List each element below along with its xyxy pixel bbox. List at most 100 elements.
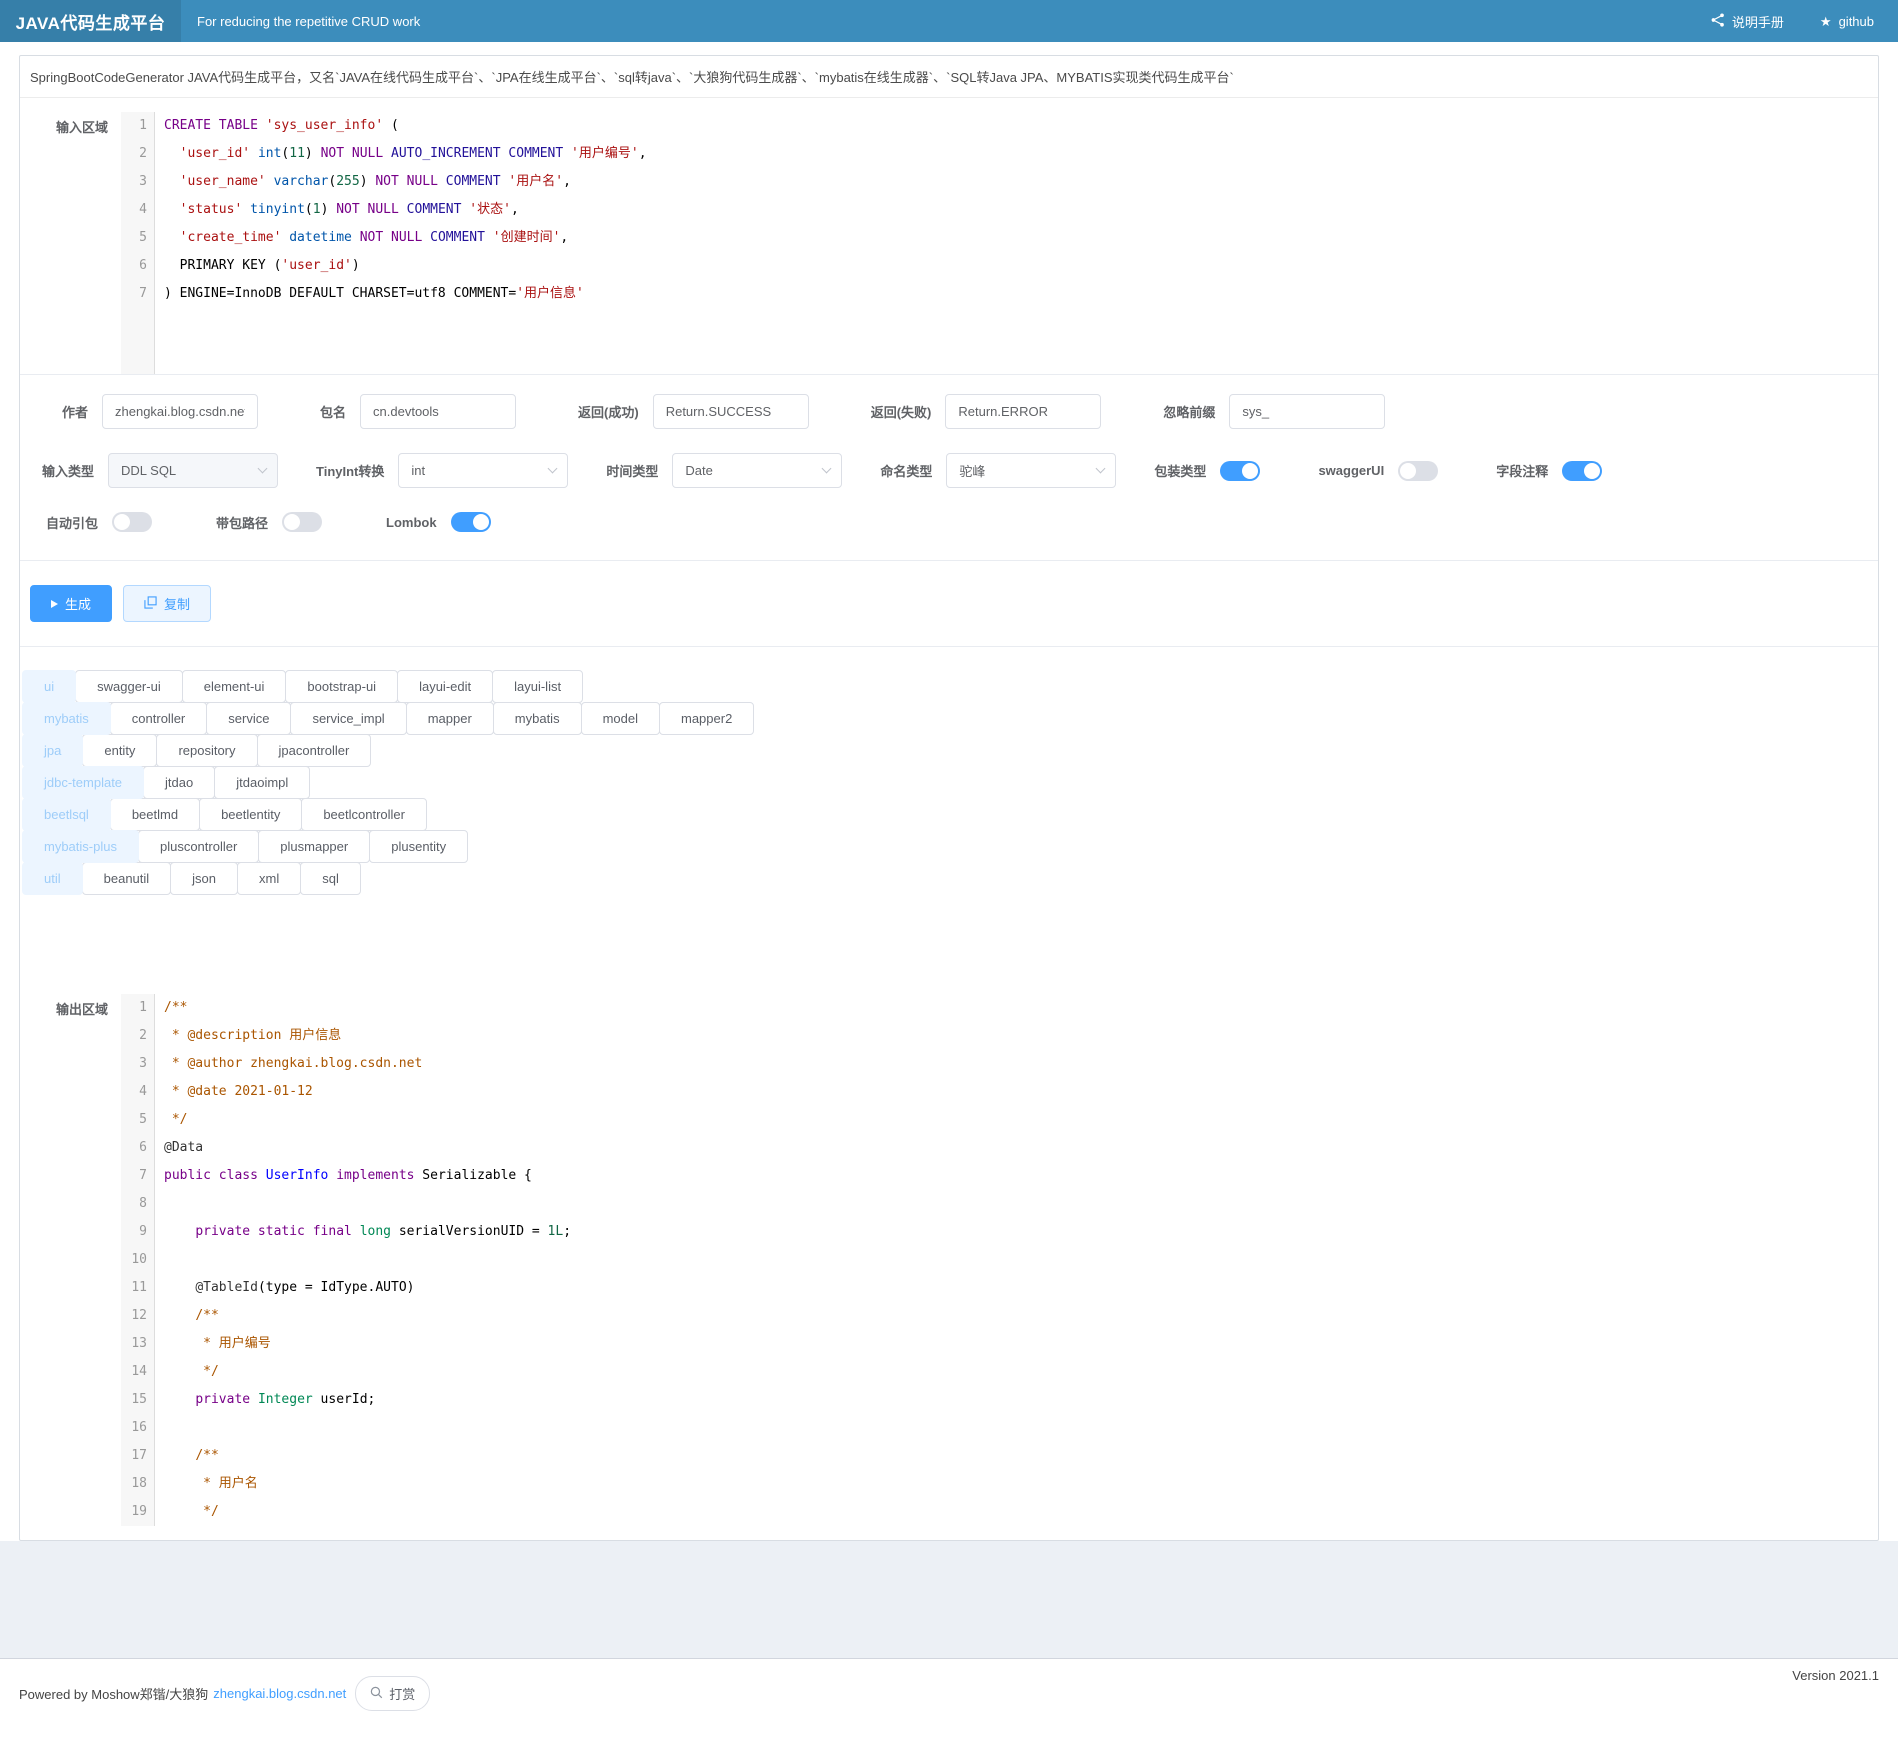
output-area-label: 输出区域 xyxy=(20,994,108,1526)
code-line: 'status' tinyint(1) NOT NULL COMMENT '状态… xyxy=(164,196,647,224)
manual-link[interactable]: 说明手册 xyxy=(1711,12,1784,31)
version-label: Version 2021.1 xyxy=(1792,1668,1879,1683)
field-comment-switch[interactable] xyxy=(1562,461,1602,481)
tab-service_impl[interactable]: service_impl xyxy=(290,702,406,735)
naming-type-value: 驼峰 xyxy=(959,461,985,480)
tab-category-mybatis-plus[interactable]: mybatis-plus xyxy=(22,830,139,863)
naming-type-label: 命名类型 xyxy=(880,461,932,480)
tab-layui-list[interactable]: layui-list xyxy=(492,670,583,703)
line-number: 2 xyxy=(121,1022,147,1050)
tab-model[interactable]: model xyxy=(581,702,660,735)
wrapper-type-label: 包装类型 xyxy=(1154,461,1206,480)
ignore-prefix-input[interactable] xyxy=(1229,394,1385,429)
form-item-swagger-ui: swaggerUI xyxy=(1318,461,1438,481)
swagger-ui-switch[interactable] xyxy=(1398,461,1438,481)
form-item-ignore-prefix: 忽略前缀 xyxy=(1163,394,1385,429)
code-line: * @date 2021-01-12 xyxy=(164,1078,571,1106)
donate-button[interactable]: 打赏 xyxy=(355,1676,430,1711)
tab-json[interactable]: json xyxy=(170,862,238,895)
tab-entity[interactable]: entity xyxy=(82,734,157,767)
field-comment-label: 字段注释 xyxy=(1496,461,1548,480)
code-line: ) ENGINE=InnoDB DEFAULT CHARSET=utf8 COM… xyxy=(164,280,647,308)
input-type-select[interactable]: DDL SQL xyxy=(108,453,278,488)
app-subtitle: For reducing the repetitive CRUD work xyxy=(197,0,420,42)
code-line: * @description 用户信息 xyxy=(164,1022,571,1050)
with-package-path-label: 带包路径 xyxy=(216,513,268,532)
tab-jtdao[interactable]: jtdao xyxy=(143,766,215,799)
tinyint-convert-select[interactable]: int xyxy=(398,453,568,488)
tab-category-ui[interactable]: ui xyxy=(22,670,76,703)
line-number: 3 xyxy=(121,1050,147,1078)
code-line: * 用户名 xyxy=(164,1470,571,1498)
tab-xml[interactable]: xml xyxy=(237,862,301,895)
output-code-editor[interactable]: 12345678910111213141516171819 /** * @des… xyxy=(121,994,1878,1526)
author-label: 作者 xyxy=(62,402,88,421)
input-type-label: 输入类型 xyxy=(42,461,94,480)
package-input[interactable] xyxy=(360,394,516,429)
tab-mapper[interactable]: mapper xyxy=(406,702,494,735)
tab-element-ui[interactable]: element-ui xyxy=(182,670,287,703)
return-success-input[interactable] xyxy=(653,394,809,429)
tab-bootstrap-ui[interactable]: bootstrap-ui xyxy=(285,670,398,703)
tab-category-mybatis[interactable]: mybatis xyxy=(22,702,111,735)
wrapper-type-switch[interactable] xyxy=(1220,461,1260,481)
line-number: 5 xyxy=(121,1106,147,1134)
tab-layui-edit[interactable]: layui-edit xyxy=(397,670,493,703)
lombok-switch[interactable] xyxy=(451,512,491,532)
tab-jpacontroller[interactable]: jpacontroller xyxy=(257,734,372,767)
code-lines: /** * @description 用户信息 * @author zhengk… xyxy=(155,994,571,1526)
copy-button[interactable]: 复制 xyxy=(123,585,211,622)
line-number: 8 xyxy=(121,1190,147,1218)
line-number: 7 xyxy=(121,280,147,308)
tab-plusmapper[interactable]: plusmapper xyxy=(258,830,370,863)
code-line: 'user_name' varchar(255) NOT NULL COMMEN… xyxy=(164,168,647,196)
code-line: 'user_id' int(11) NOT NULL AUTO_INCREMEN… xyxy=(164,140,647,168)
tab-category-jpa[interactable]: jpa xyxy=(22,734,83,767)
tab-category-jdbc-template[interactable]: jdbc-template xyxy=(22,766,144,799)
tab-mybatis[interactable]: mybatis xyxy=(493,702,582,735)
tab-repository[interactable]: repository xyxy=(156,734,257,767)
tab-beetlcontroller[interactable]: beetlcontroller xyxy=(301,798,427,831)
line-number: 6 xyxy=(121,1134,147,1162)
tab-category-util[interactable]: util xyxy=(22,862,83,895)
content-background-gap xyxy=(0,1541,1898,1658)
form-item-wrapper-type: 包装类型 xyxy=(1154,461,1260,481)
tab-swagger-ui[interactable]: swagger-ui xyxy=(75,670,183,703)
tab-beetlentity[interactable]: beetlentity xyxy=(199,798,302,831)
form-row-text-fields: 作者包名返回(成功)返回(失败)忽略前缀 xyxy=(20,394,1878,429)
input-code-editor[interactable]: 1234567 CREATE TABLE 'sys_user_info' ( '… xyxy=(121,112,1878,374)
auto-import-switch[interactable] xyxy=(112,512,152,532)
tab-controller[interactable]: controller xyxy=(110,702,207,735)
return-success-label: 返回(成功) xyxy=(578,402,639,421)
tab-mapper2[interactable]: mapper2 xyxy=(659,702,754,735)
naming-type-select[interactable]: 驼峰 xyxy=(946,453,1116,488)
line-number-gutter: 1234567 xyxy=(121,112,155,374)
form-item-return-success: 返回(成功) xyxy=(578,394,809,429)
code-line: public class UserInfo implements Seriali… xyxy=(164,1162,571,1190)
github-link[interactable]: ★ github xyxy=(1820,14,1874,29)
code-line: /** xyxy=(164,1442,571,1470)
line-number: 4 xyxy=(121,1078,147,1106)
line-number: 11 xyxy=(121,1274,147,1302)
author-input[interactable] xyxy=(102,394,258,429)
tab-row-util: utilbeanutiljsonxmlsql xyxy=(22,862,1876,894)
tab-pluscontroller[interactable]: pluscontroller xyxy=(138,830,259,863)
copy-icon xyxy=(144,596,157,612)
code-line: @TableId(type = IdType.AUTO) xyxy=(164,1274,571,1302)
with-package-path-switch[interactable] xyxy=(282,512,322,532)
tab-plusentity[interactable]: plusentity xyxy=(369,830,468,863)
magnifier-icon xyxy=(370,1686,383,1702)
tab-jtdaoimpl[interactable]: jtdaoimpl xyxy=(214,766,310,799)
tab-category-beetlsql[interactable]: beetlsql xyxy=(22,798,111,831)
return-error-input[interactable] xyxy=(945,394,1101,429)
time-type-select[interactable]: Date xyxy=(672,453,842,488)
input-area-section: 输入区域 1234567 CREATE TABLE 'sys_user_info… xyxy=(20,98,1878,374)
tab-beanutil[interactable]: beanutil xyxy=(82,862,172,895)
generate-button[interactable]: 生成 xyxy=(30,585,112,622)
tab-beetlmd[interactable]: beetlmd xyxy=(110,798,200,831)
blog-link[interactable]: zhengkai.blog.csdn.net xyxy=(213,1686,346,1701)
tab-sql[interactable]: sql xyxy=(300,862,361,895)
tab-service[interactable]: service xyxy=(206,702,291,735)
form-item-auto-import: 自动引包 xyxy=(46,512,152,532)
options-form: 作者包名返回(成功)返回(失败)忽略前缀 输入类型DDL SQLTinyInt转… xyxy=(20,375,1878,560)
